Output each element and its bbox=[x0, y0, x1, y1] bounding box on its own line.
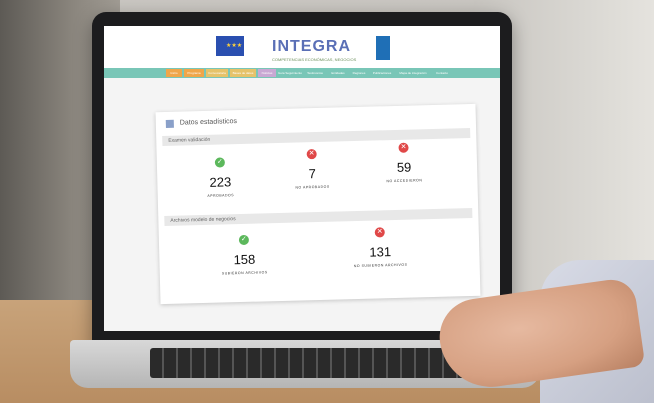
x-circle-icon: ✕ bbox=[374, 227, 385, 238]
nav-item-mapa[interactable]: Mapa de integración bbox=[396, 69, 430, 77]
stat-value: 59 bbox=[396, 159, 412, 175]
stats-panel: Datos estadísticos Examen validación ✓ 2… bbox=[155, 103, 481, 305]
stats-chart-icon bbox=[165, 119, 174, 128]
stat-label: SUBIERON ARCHIVOS bbox=[221, 270, 268, 276]
stat-label: NO APROBADOS bbox=[295, 184, 330, 190]
check-circle-icon: ✓ bbox=[214, 157, 226, 168]
stat-value: 158 bbox=[233, 251, 256, 268]
nav-item-programa[interactable]: Programa bbox=[184, 69, 204, 77]
nav-item-bases[interactable]: Bases de datos bbox=[230, 69, 256, 77]
background-photo: ★★★ INTEGRA COMPETENCIAS ECONÓMICAS, NEG… bbox=[0, 0, 654, 403]
site-header: ★★★ INTEGRA COMPETENCIAS ECONÓMICAS, NEG… bbox=[104, 26, 500, 70]
stat-no-accedieron: ✕ 59 NO ACCEDIERON bbox=[358, 135, 449, 184]
nav-item-inicio[interactable]: Inicio bbox=[166, 69, 182, 77]
stat-value: 7 bbox=[308, 166, 317, 182]
section-archivos-header: Archivos modelo de negocios bbox=[164, 207, 473, 227]
eu-flag-icon: ★★★ bbox=[216, 36, 244, 56]
nav-item-testimonios[interactable]: Testimonios bbox=[304, 69, 326, 77]
stat-label: NO ACCEDIERON bbox=[386, 178, 423, 184]
laptop-keyboard bbox=[150, 348, 470, 378]
nav-item-noticias[interactable]: Noticias bbox=[258, 69, 276, 77]
panel-title: Datos estadísticos bbox=[179, 118, 238, 127]
stat-value: 223 bbox=[209, 174, 232, 190]
check-circle-icon: ✓ bbox=[238, 234, 250, 246]
nav-item-guia[interactable]: Guía Seguimiento bbox=[278, 69, 302, 77]
nav-item-entidades[interactable]: Entidades bbox=[328, 69, 348, 77]
x-circle-icon: ✕ bbox=[306, 149, 317, 160]
stat-value: 131 bbox=[369, 244, 392, 260]
undp-logo-icon bbox=[376, 36, 390, 60]
nav-item-contacto[interactable]: Contacto bbox=[432, 69, 452, 77]
stat-no-aprobados: ✕ 7 NO APROBADOS bbox=[266, 141, 357, 190]
stat-aprobados: ✓ 223 APROBADOS bbox=[175, 149, 266, 198]
stat-label: NO SUBIERON ARCHIVOS bbox=[353, 262, 408, 269]
stat-subieron: ✓ 158 SUBIERON ARCHIVOS bbox=[199, 227, 290, 276]
stat-label: APROBADOS bbox=[207, 193, 235, 198]
nav-item-publicaciones[interactable]: Publicaciones bbox=[370, 69, 394, 77]
site-logo-subtitle: COMPETENCIAS ECONÓMICAS, NEGOCIOS bbox=[272, 57, 357, 62]
stat-no-subieron: ✕ 131 NO SUBIERON ARCHIVOS bbox=[334, 219, 425, 268]
laptop-screen: ★★★ INTEGRA COMPETENCIAS ECONÓMICAS, NEG… bbox=[104, 26, 500, 331]
nav-item-regiones[interactable]: Regiones bbox=[350, 69, 368, 77]
nav-item-convocatoria[interactable]: Convocatoria bbox=[206, 69, 228, 77]
main-nav: Inicio Programa Convocatoria Bases de da… bbox=[104, 68, 500, 78]
x-circle-icon: ✕ bbox=[398, 142, 409, 153]
site-logo[interactable]: INTEGRA bbox=[272, 38, 351, 56]
